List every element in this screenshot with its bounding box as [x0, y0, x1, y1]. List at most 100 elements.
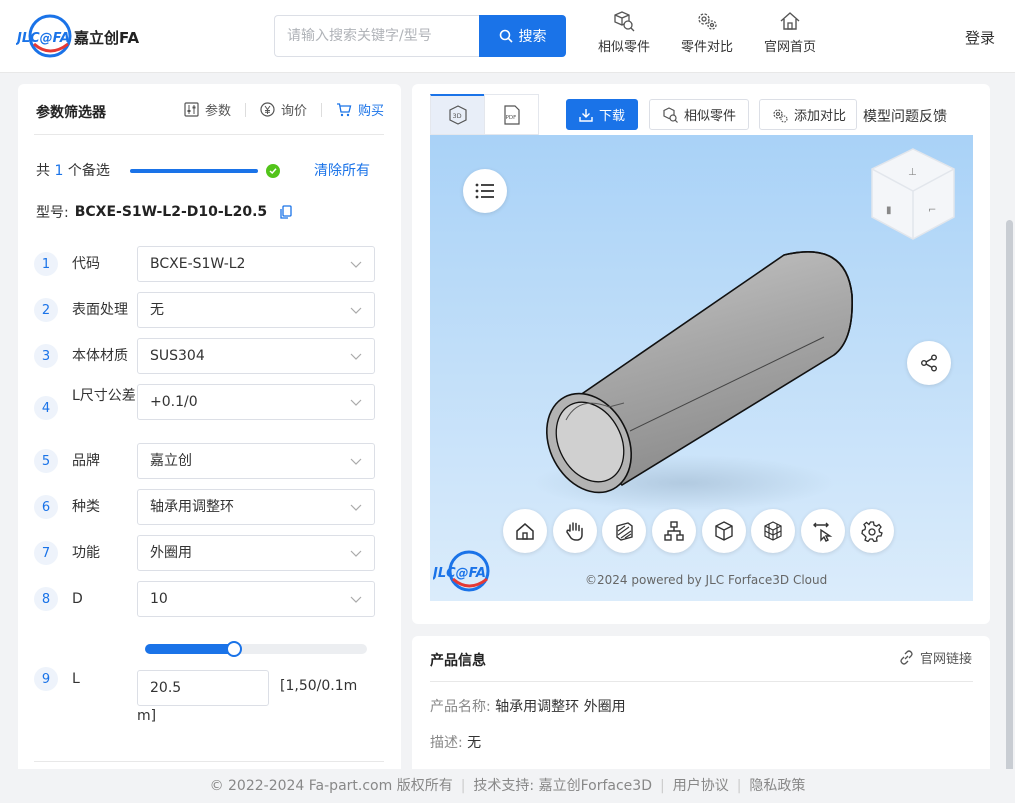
footer-support: 技术支持: 嘉立创Forface3D	[473, 778, 652, 794]
svg-text:⊥: ⊥	[908, 167, 917, 178]
footer-privacy-link[interactable]: 隐私政策	[749, 778, 805, 794]
settings-button[interactable]	[850, 509, 894, 553]
add-compare-button[interactable]: 添加对比	[759, 99, 857, 130]
parameter-filter-panel: 参数筛选器 参数 询价 购买 共 1 个备选 清除所有 型号: BCXE-S1W…	[18, 84, 401, 784]
svg-text:⌐: ⌐	[928, 205, 936, 216]
l-value-input[interactable]	[137, 670, 269, 706]
3d-canvas[interactable]: ⊥ ▮ ⌐ JLC@FA ©2024 powered by JLC Forfac…	[430, 135, 973, 601]
footer-copyright: © 2022-2024 Fa-part.com 版权所有	[209, 778, 453, 794]
nav-similar-label: 相似零件	[597, 40, 650, 55]
pdf-file-icon: PDF	[503, 104, 520, 125]
select-value: BCXE-S1W-L2	[150, 256, 246, 272]
yen-icon	[260, 102, 275, 117]
divider	[34, 134, 384, 135]
row-number: 4	[34, 396, 58, 420]
search-button[interactable]: 搜索	[479, 15, 566, 57]
divider	[430, 681, 973, 682]
product-desc-row: 描述: 无	[430, 732, 481, 752]
view-cube[interactable]: ⊥ ▮ ⌐	[868, 145, 958, 245]
tab-params-label: 参数	[204, 104, 231, 119]
clear-all-button[interactable]: 清除所有	[314, 160, 370, 180]
official-link-label: 官网链接	[919, 652, 972, 667]
measure-button[interactable]	[801, 509, 845, 553]
row-number: 5	[34, 449, 58, 473]
model-tree-toggle-button[interactable]	[463, 169, 507, 213]
nav-similar-parts[interactable]: 相似零件	[589, 10, 659, 55]
row-number: 2	[34, 298, 58, 322]
svg-text:PDF: PDF	[505, 115, 516, 121]
section-icon	[616, 522, 633, 541]
row-number: 9	[34, 667, 58, 691]
section-button[interactable]	[602, 509, 646, 553]
svg-text:JLC@FA: JLC@FA	[16, 31, 70, 46]
brand-name: 嘉立创FA	[74, 29, 140, 47]
official-link[interactable]: 官网链接	[899, 648, 972, 667]
similar-label: 相似零件	[684, 109, 737, 124]
code-select[interactable]: BCXE-S1W-L2	[137, 246, 375, 282]
select-value: +0.1/0	[150, 394, 198, 410]
product-desc-label: 描述:	[430, 735, 463, 751]
footer-agreement-link[interactable]: 用户协议	[673, 778, 729, 794]
download-button[interactable]: 下载	[566, 99, 639, 130]
select-value: 10	[150, 591, 168, 607]
product-desc-value: 无	[467, 735, 482, 751]
l-range-slider[interactable]	[145, 641, 367, 657]
share-button[interactable]	[907, 341, 951, 385]
check-icon	[266, 164, 280, 178]
type-select[interactable]: 轴承用调整环	[137, 489, 375, 525]
d-select[interactable]: 10	[137, 581, 375, 617]
share-icon	[921, 354, 937, 372]
material-select[interactable]: SUS304	[137, 338, 375, 374]
count-suffix: 个备选	[67, 163, 110, 179]
select-value: 外圈用	[150, 545, 192, 561]
tolerance-select[interactable]: +0.1/0	[137, 384, 375, 420]
search-icon	[499, 29, 513, 43]
tab-3d[interactable]: 3D	[430, 94, 485, 135]
row-label: L	[72, 671, 80, 687]
tab-buy[interactable]: 购买	[336, 100, 384, 119]
row-number: 6	[34, 495, 58, 519]
nav-compare-label: 零件对比	[680, 40, 733, 55]
copy-icon[interactable]	[279, 204, 293, 220]
slider-fill	[145, 644, 234, 654]
svg-text:JLC@FA: JLC@FA	[433, 566, 486, 581]
home-icon	[516, 523, 534, 540]
row-label: 品牌	[72, 453, 100, 469]
row-label: L尺寸公差	[72, 388, 136, 404]
compare-gear-icon	[773, 108, 788, 123]
model-viewer-panel: 3D PDF 下载 相似零件 添加对比 模型问题反馈 ⊥ ▮ ⌐ JLC@FA …	[412, 84, 990, 624]
cart-icon	[336, 103, 352, 117]
assembly-tree-button[interactable]	[652, 509, 696, 553]
nav-home[interactable]: 官网首页	[755, 10, 825, 55]
chevron-down-icon	[350, 550, 362, 557]
row-number: 8	[34, 587, 58, 611]
login-link[interactable]: 登录	[965, 27, 995, 48]
filter-tabs: 参数 询价 购买	[184, 100, 384, 119]
view-box-button[interactable]	[702, 509, 746, 553]
row-label: 功能	[72, 545, 100, 561]
model-number-row: 型号: BCXE-S1W-L2-D10-L20.5	[36, 202, 293, 222]
explode-view-button[interactable]	[751, 509, 795, 553]
count-prefix: 共	[36, 163, 50, 179]
settings-icon	[861, 521, 883, 542]
pan-button[interactable]	[553, 509, 597, 553]
tab-pdf[interactable]: PDF	[484, 94, 539, 135]
filter-title: 参数筛选器	[36, 105, 106, 121]
page-scrollbar[interactable]	[1006, 220, 1013, 780]
nav-compare-parts[interactable]: 零件对比	[672, 10, 742, 55]
brand-select[interactable]: 嘉立创	[137, 443, 375, 479]
model-feedback-link[interactable]: 模型问题反馈	[863, 106, 947, 126]
hand-icon	[566, 522, 583, 541]
surface-select[interactable]: 无	[137, 292, 375, 328]
measure-icon	[813, 522, 833, 542]
slider-thumb[interactable]	[225, 641, 242, 657]
tab-inquiry[interactable]: 询价	[260, 100, 307, 119]
sliders-icon	[184, 102, 199, 117]
home-view-button[interactable]	[503, 509, 547, 553]
tab-params[interactable]: 参数	[184, 100, 231, 119]
similar-parts-button[interactable]: 相似零件	[649, 99, 750, 130]
function-select[interactable]: 外圈用	[137, 535, 375, 571]
search-input[interactable]	[274, 15, 480, 57]
chevron-down-icon	[350, 596, 362, 603]
jlc-fa-logo[interactable]: JLC@FA	[16, 14, 72, 58]
